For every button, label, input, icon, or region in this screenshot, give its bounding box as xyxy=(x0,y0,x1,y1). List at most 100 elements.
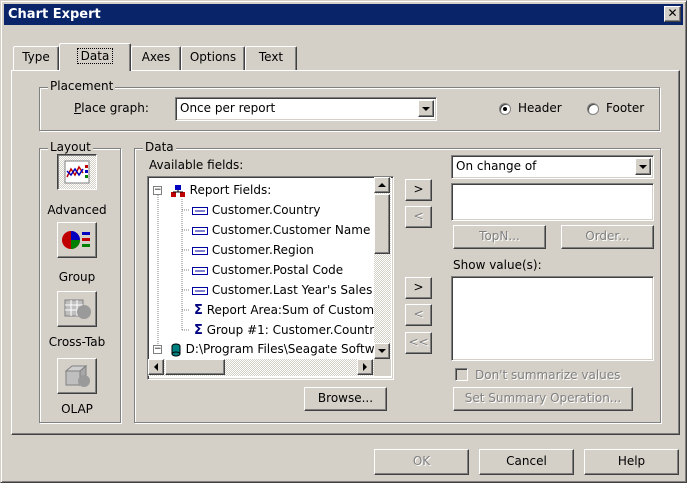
collapse-icon[interactable]: − xyxy=(153,186,162,195)
tree-item-country[interactable]: Customer.Country xyxy=(192,200,321,220)
tree-item-label: Report Area:Sum of Customer xyxy=(206,303,374,317)
tree-vertical-scrollbar[interactable] xyxy=(374,177,391,359)
layout-olap-label: OLAP xyxy=(61,402,93,416)
place-graph-combobox[interactable]: Once per report xyxy=(175,97,437,121)
arrow-up-icon xyxy=(378,183,386,187)
tree-item-region[interactable]: Customer.Region xyxy=(192,240,314,260)
field-icon xyxy=(192,246,208,255)
close-button[interactable]: ✕ xyxy=(664,6,681,22)
arrow-down-icon xyxy=(378,349,386,353)
vertical-scroll-thumb[interactable] xyxy=(374,194,390,254)
field-icon xyxy=(192,286,208,295)
tab-data[interactable]: Data xyxy=(59,43,131,71)
on-change-of-combobox[interactable]: On change of xyxy=(451,155,654,179)
tab-data-label: Data xyxy=(76,48,114,64)
scroll-up-button[interactable] xyxy=(374,177,390,193)
scroll-down-button[interactable] xyxy=(374,343,390,359)
collapse-icon[interactable]: − xyxy=(153,345,162,354)
tree-item-label: Customer.Customer Name xyxy=(211,223,371,237)
layout-crosstab-button[interactable] xyxy=(57,291,97,327)
horizontal-scroll-thumb[interactable] xyxy=(165,359,225,375)
chevron-down-icon[interactable] xyxy=(635,158,651,175)
tab-type[interactable]: Type xyxy=(13,46,59,70)
data-tab-panel: Placement Place graph: Once per report H… xyxy=(11,70,680,435)
arrow-right-icon xyxy=(363,363,367,371)
sigma-icon: Σ xyxy=(194,323,203,338)
available-fields-label: Available fields: xyxy=(149,158,244,172)
tree-root-database[interactable]: − D:\Program Files\Seagate Software xyxy=(153,339,374,359)
report-fields-icon xyxy=(170,184,185,197)
tree-root-report-fields[interactable]: − Report Fields: xyxy=(153,180,271,200)
tree-horizontal-scrollbar[interactable] xyxy=(148,359,374,376)
tab-axes[interactable]: Axes xyxy=(131,46,181,70)
layout-olap-button[interactable] xyxy=(57,358,97,394)
scrollbar-corner xyxy=(374,359,391,376)
tab-axes-label: Axes xyxy=(141,50,171,64)
placement-group-label: Placement xyxy=(48,79,116,93)
layout-group-label-text: Group xyxy=(58,270,96,284)
tree-item-label: Group #1: Customer.Country xyxy=(206,323,374,337)
advanced-chart-icon xyxy=(64,160,90,184)
add-show-value-button[interactable]: > xyxy=(405,277,432,299)
topn-button[interactable]: TopN... xyxy=(453,225,546,249)
chevron-down-icon[interactable] xyxy=(418,100,434,117)
on-change-of-list[interactable] xyxy=(451,183,654,221)
tree-item-label: Customer.Last Year's Sales xyxy=(211,283,373,297)
help-button[interactable]: Help xyxy=(584,449,679,475)
close-icon: ✕ xyxy=(667,6,678,20)
tab-text-label: Text xyxy=(258,50,284,64)
available-fields-tree[interactable]: − Report Fields: Customer.Country Custom… xyxy=(147,176,394,380)
place-graph-label: Place graph: xyxy=(74,101,149,115)
olap-chart-icon xyxy=(64,364,90,387)
ok-button[interactable]: OK xyxy=(374,449,469,475)
footer-radio[interactable] xyxy=(587,103,599,115)
on-change-of-value: On change of xyxy=(456,159,537,173)
tab-options[interactable]: Options xyxy=(181,46,245,70)
tree-item-customer-name[interactable]: Customer.Customer Name xyxy=(192,220,370,240)
header-radio-label[interactable]: Header xyxy=(518,101,562,115)
tree-item-label: Customer.Region xyxy=(211,243,314,257)
show-values-label: Show value(s): xyxy=(453,258,542,272)
crosstab-chart-icon xyxy=(64,299,91,319)
tab-options-label: Options xyxy=(189,50,237,64)
tab-text[interactable]: Text xyxy=(245,46,297,70)
tree-viewport: − Report Fields: Customer.Country Custom… xyxy=(148,177,374,359)
layout-group-button[interactable] xyxy=(57,222,97,258)
dont-summarize-checkbox[interactable] xyxy=(455,368,468,381)
footer-radio-label[interactable]: Footer xyxy=(606,101,644,115)
cancel-button[interactable]: Cancel xyxy=(479,449,574,475)
add-on-change-button[interactable]: > xyxy=(405,179,432,201)
sigma-icon: Σ xyxy=(194,303,203,318)
layout-crosstab-label: Cross-Tab xyxy=(48,335,106,349)
tree-root-db-label: D:\Program Files\Seagate Software xyxy=(185,342,374,356)
title-bar: Chart Expert ✕ xyxy=(4,4,683,25)
tree-item-group1[interactable]: Σ Group #1: Customer.Country xyxy=(194,320,374,340)
field-icon xyxy=(192,206,208,215)
order-button[interactable]: Order... xyxy=(561,225,654,249)
window-title: Chart Expert xyxy=(8,7,101,22)
browse-button[interactable]: Browse... xyxy=(304,387,387,411)
show-values-list[interactable] xyxy=(451,276,654,361)
layout-advanced-label: Advanced xyxy=(47,203,107,217)
tree-item-report-area-sum[interactable]: Σ Report Area:Sum of Customer xyxy=(194,300,374,320)
tree-item-last-years-sales[interactable]: Customer.Last Year's Sales xyxy=(192,280,372,300)
tree-item-label: Customer.Postal Code xyxy=(211,263,344,277)
tree-item-label: Customer.Country xyxy=(211,203,321,217)
remove-all-show-values-button[interactable]: << xyxy=(405,332,432,354)
scroll-left-button[interactable] xyxy=(148,359,164,375)
scroll-right-button[interactable] xyxy=(357,359,373,375)
chart-expert-dialog: Chart Expert ✕ Type Data Axes Options Te… xyxy=(0,0,687,483)
layout-group-label: Layout xyxy=(48,140,93,154)
dont-summarize-label: Don't summarize values xyxy=(475,368,621,382)
group-chart-icon xyxy=(62,231,90,249)
arrow-left-icon xyxy=(154,363,158,371)
remove-on-change-button[interactable]: < xyxy=(405,206,432,228)
tree-item-postal-code[interactable]: Customer.Postal Code xyxy=(192,260,343,280)
layout-advanced-button[interactable] xyxy=(57,154,97,190)
data-group-label: Data xyxy=(143,140,176,154)
header-radio[interactable] xyxy=(499,103,511,115)
place-graph-value: Once per report xyxy=(180,101,276,115)
set-summary-operation-button[interactable]: Set Summary Operation... xyxy=(453,387,633,411)
remove-show-value-button[interactable]: < xyxy=(405,304,432,326)
field-icon xyxy=(192,266,208,275)
